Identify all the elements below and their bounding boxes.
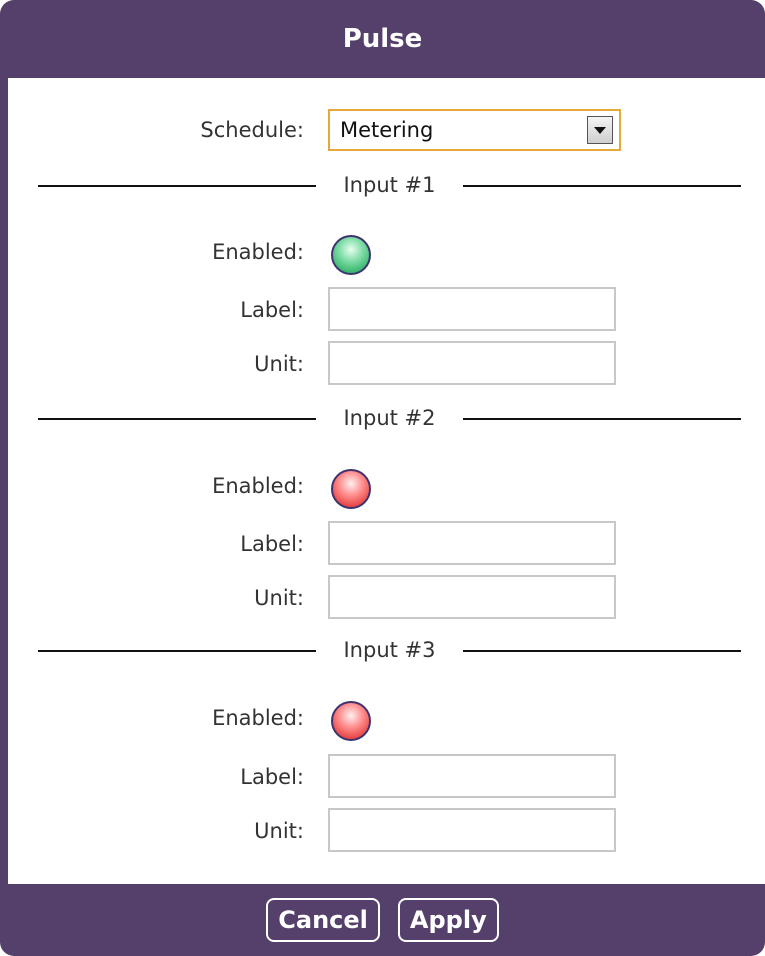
input-1-unit-field[interactable] xyxy=(328,341,616,385)
input-3-enabled-toggle[interactable] xyxy=(331,701,371,741)
schedule-select[interactable]: Metering xyxy=(328,109,621,151)
input-1-enabled-label: Enabled: xyxy=(212,240,304,264)
dialog-body: Schedule: Metering Input #1 Enabled: Lab… xyxy=(8,78,765,884)
input-2-unit-field[interactable] xyxy=(328,575,616,619)
input-2-label-field[interactable] xyxy=(328,521,616,565)
input-2-unit-label: Unit: xyxy=(254,586,304,610)
dialog-footer: Cancel Apply xyxy=(0,884,765,956)
input-3-unit-label: Unit: xyxy=(254,819,304,843)
dialog-title: Pulse xyxy=(342,24,423,54)
input-1-separator: Input #1 xyxy=(38,170,741,200)
input-3-label-label: Label: xyxy=(240,765,304,789)
schedule-label: Schedule: xyxy=(200,118,304,142)
input-3-heading: Input #3 xyxy=(343,638,436,662)
cancel-button[interactable]: Cancel xyxy=(266,898,380,942)
input-2-separator: Input #2 xyxy=(38,403,741,433)
input-2-label-label: Label: xyxy=(240,532,304,556)
input-2-enabled-label: Enabled: xyxy=(212,474,304,498)
input-3-unit-field[interactable] xyxy=(328,808,616,852)
input-1-enabled-toggle[interactable] xyxy=(331,235,371,275)
input-1-label-label: Label: xyxy=(240,298,304,322)
input-1-heading: Input #1 xyxy=(343,173,436,197)
chevron-down-icon[interactable] xyxy=(587,116,613,144)
input-2-heading: Input #2 xyxy=(343,406,436,430)
input-1-unit-label: Unit: xyxy=(254,352,304,376)
input-1-label-field[interactable] xyxy=(328,287,616,331)
input-3-separator: Input #3 xyxy=(38,635,741,665)
pulse-dialog: Pulse Schedule: Metering Input #1 Enable… xyxy=(0,0,765,956)
schedule-select-value: Metering xyxy=(340,118,434,142)
input-3-label-field[interactable] xyxy=(328,754,616,798)
apply-button[interactable]: Apply xyxy=(397,898,499,942)
input-3-enabled-label: Enabled: xyxy=(212,706,304,730)
input-2-enabled-toggle[interactable] xyxy=(331,469,371,509)
